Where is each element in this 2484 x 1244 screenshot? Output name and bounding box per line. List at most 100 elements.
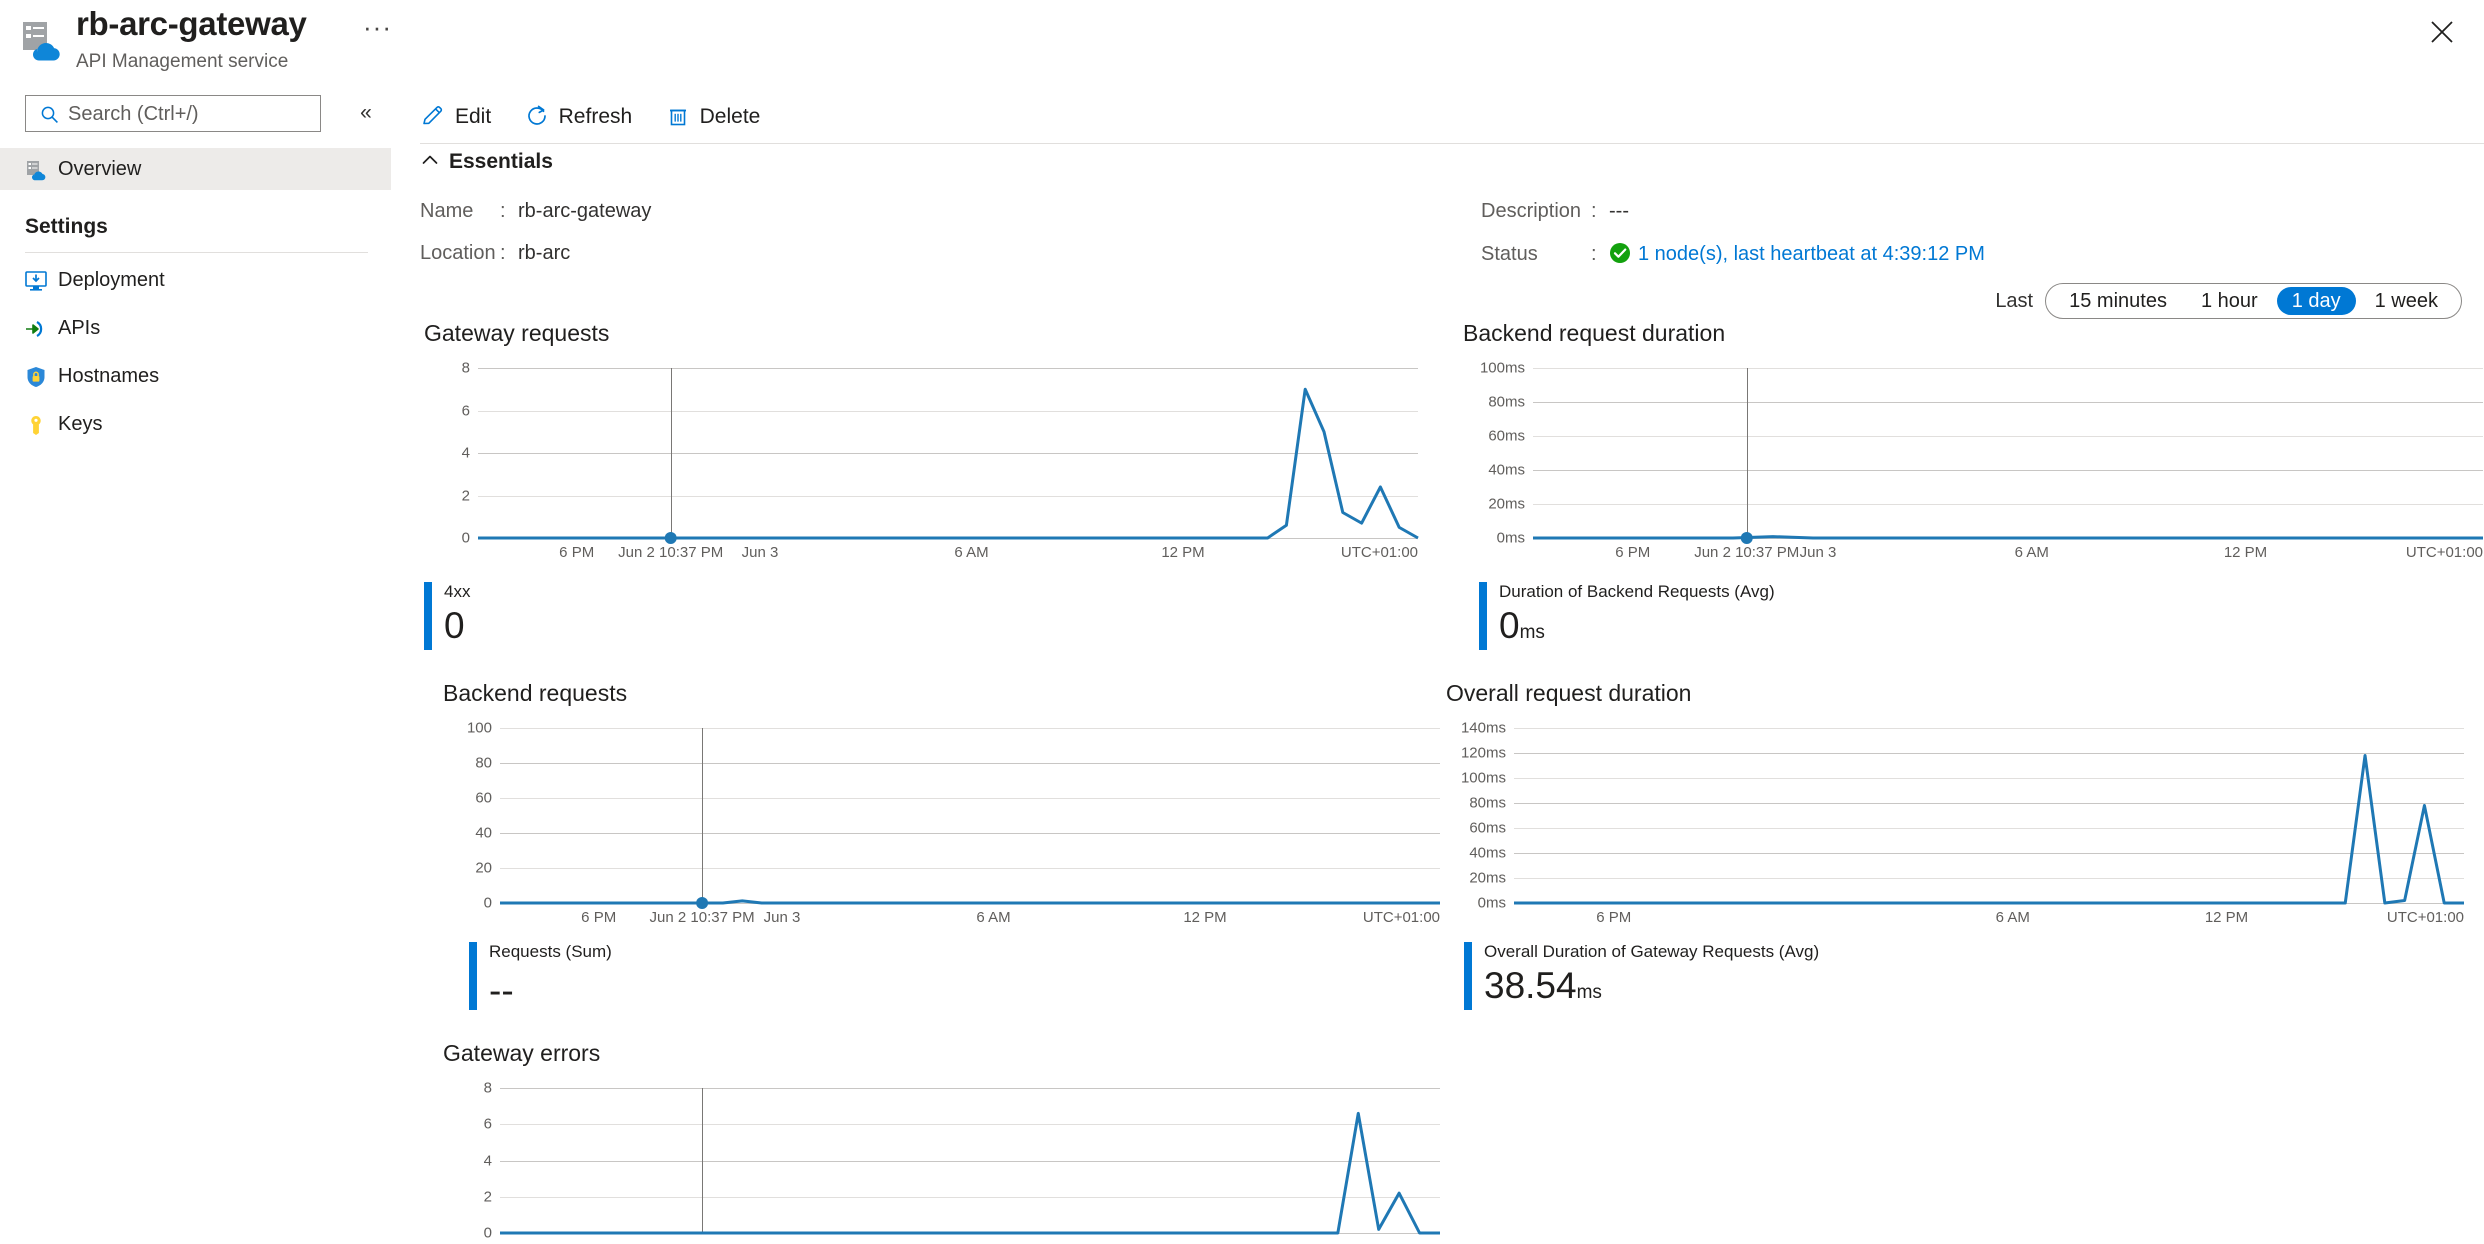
chart-series-line xyxy=(1533,535,2483,540)
chart-x-tick-label: 12 PM xyxy=(2204,909,2249,926)
command-bar-divider xyxy=(420,143,2484,144)
refresh-button[interactable]: Refresh xyxy=(524,94,633,140)
chart-plot-area[interactable]: 0 20 40 60 80 100 6 PM Jun 3 6 AM 12 PM UTC+01:00 J… xyxy=(467,720,1440,926)
refresh-icon xyxy=(524,103,550,129)
page-title: rb-arc-gateway xyxy=(76,5,307,42)
sidebar-item-overview[interactable]: Overview xyxy=(0,148,391,190)
essentials-description-key: Description xyxy=(1481,200,1582,222)
chart-overall-request-duration: Overall request duration 0ms 20ms 40ms 60ms… xyxy=(1446,680,2464,1010)
chart-y-tick-label: 120ms xyxy=(1460,744,1506,762)
chart-y-tick-label: 40ms xyxy=(1469,844,1506,862)
chart-x-tick-label: Jun 3 xyxy=(741,544,779,561)
sidebar-divider xyxy=(25,252,368,253)
time-range-1-week[interactable]: 1 week xyxy=(2360,287,2453,315)
chart-x-tick-label: 12 PM xyxy=(1183,909,1227,926)
chart-series-line xyxy=(1514,754,2464,905)
essentials-status-sep: : xyxy=(1591,243,1597,265)
legend-series-name: 4xx xyxy=(444,582,471,601)
chart-y-tick-label: 80ms xyxy=(1488,393,1525,411)
essentials-location-value: rb-arc xyxy=(518,242,571,264)
essentials-description-row: Description: --- xyxy=(1481,200,1629,223)
api-management-icon xyxy=(17,16,65,64)
chart-y-tick-label: 20ms xyxy=(1469,869,1506,887)
chart-y-tick-label: 100 xyxy=(466,719,492,737)
sidebar-item-label: Hostnames xyxy=(58,365,160,387)
close-icon[interactable] xyxy=(2422,12,2462,52)
chart-plot-area[interactable]: 0 2 4 6 8 xyxy=(484,1080,1440,1242)
chart-y-tick-label: 100ms xyxy=(1479,359,1525,377)
time-range-1-hour[interactable]: 1 hour xyxy=(2186,287,2273,315)
chart-plot-area[interactable]: 0ms 20ms 40ms 60ms 80ms 100ms 120ms 140ms 6 PM 6 … xyxy=(1461,720,2464,926)
time-range-15-minutes[interactable]: 15 minutes xyxy=(2054,287,2182,315)
chart-x-tick-label: 6 AM xyxy=(954,544,989,561)
essentials-label: Essentials xyxy=(449,150,553,173)
status-badge[interactable]: 1 node(s), last heartbeat at 4:39:12 PM xyxy=(1638,243,1985,265)
chart-x-tick-label: 6 AM xyxy=(2014,544,2049,561)
legend-series-name: Duration of Backend Requests (Avg) xyxy=(1499,582,1775,601)
chart-x-tick-label: UTC+01:00 xyxy=(1362,909,1440,926)
chart-plot-area[interactable]: 0 2 4 6 8 6 PM Jun 3 6 AM 12 PM UTC+01:00 Jun 2 10… xyxy=(462,360,1419,561)
chart-cursor-label: Jun 2 10:37 PM xyxy=(618,544,724,561)
time-range-1-day[interactable]: 1 day xyxy=(2276,287,2356,315)
chart-cursor-label: Jun 2 10:37 PM xyxy=(1694,544,1800,561)
key-icon xyxy=(24,413,48,437)
chart-y-tick-label: 60ms xyxy=(1488,427,1525,445)
chart-y-tick-label: 0ms xyxy=(1496,529,1525,547)
chart-title: Gateway requests xyxy=(424,320,610,346)
chart-y-tick-label: 6 xyxy=(461,402,470,419)
chart-data-point-marker xyxy=(664,532,677,544)
sidebar-item-label: Deployment xyxy=(58,269,165,291)
legend-series-name: Overall Duration of Gateway Requests (Av… xyxy=(1484,942,1820,961)
chart-series-line xyxy=(500,1111,1440,1235)
chart-x-tick-label: 6 PM xyxy=(581,909,617,926)
chart-plot-area[interactable]: 0ms 20ms 40ms 60ms 80ms 100ms 6 PM Jun 3 6 AM 12 … xyxy=(1480,360,2483,561)
sidebar-item-keys[interactable]: Keys xyxy=(0,403,391,445)
chart-title: Gateway errors xyxy=(443,1040,601,1066)
chart-x-tick-label: 12 PM xyxy=(1161,544,1205,561)
legend-color-swatch xyxy=(1479,582,1487,650)
legend-value: 0ms xyxy=(1499,605,1545,646)
legend-color-swatch xyxy=(424,582,432,650)
sidebar-item-label: Keys xyxy=(58,413,103,435)
chart-y-tick-label: 2 xyxy=(461,487,470,504)
resource-subtitle: API Management service xyxy=(76,51,289,72)
time-range-selector: Last 15 minutes 1 hour 1 day 1 week xyxy=(1995,283,2462,319)
essentials-name-key: Name xyxy=(420,200,474,222)
search-box[interactable] xyxy=(25,95,321,133)
legend-series-name: Requests (Sum) xyxy=(489,942,612,961)
sidebar-item-deployment[interactable]: Deployment xyxy=(0,259,391,301)
essentials-status-row: Status: 1 node(s), last heartbeat at 4:3… xyxy=(1481,242,1985,266)
refresh-label: Refresh xyxy=(558,105,633,128)
chart-x-tick-label: UTC+01:00 xyxy=(2405,544,2483,561)
chart-series-svg xyxy=(478,387,1419,544)
chart-y-tick-label: 2 xyxy=(483,1188,492,1206)
edit-button[interactable]: Edit xyxy=(420,94,491,140)
chart-y-tick-label: 80 xyxy=(475,754,492,772)
delete-button[interactable]: Delete xyxy=(665,94,760,140)
edit-label: Edit xyxy=(455,105,492,128)
collapse-sidebar-button[interactable]: « xyxy=(352,99,380,127)
essentials-status-key: Status xyxy=(1481,243,1538,265)
time-range-label: Last xyxy=(1995,289,2034,312)
more-options-button[interactable]: ··· xyxy=(363,14,392,40)
legend-value: 38.54ms xyxy=(1484,965,1602,1006)
essentials-description-value: --- xyxy=(1609,200,1629,222)
chart-series-line xyxy=(500,899,1440,905)
essentials-location-key: Location xyxy=(420,242,496,264)
essentials-description-sep: : xyxy=(1591,200,1597,222)
sidebar-item-apis[interactable]: APIs xyxy=(0,307,391,349)
essentials-name-value: rb-arc-gateway xyxy=(518,200,652,222)
chart-series-svg xyxy=(500,1111,1440,1235)
left-navigation-rail: rb-arc-gateway ··· API Management servic… xyxy=(0,0,391,1244)
chart-y-tick-label: 0 xyxy=(461,529,470,547)
essentials-name-row: Name: rb-arc-gateway xyxy=(420,200,651,223)
legend-value: -- xyxy=(489,970,514,1011)
search-input[interactable] xyxy=(66,96,316,133)
essentials-toggle[interactable]: Essentials xyxy=(420,150,553,182)
chart-y-tick-label: 140ms xyxy=(1460,719,1506,737)
chart-y-tick-label: 0 xyxy=(483,1224,492,1242)
chart-title: Backend requests xyxy=(443,680,628,706)
legend-color-swatch xyxy=(1464,942,1472,1010)
sidebar-item-hostnames[interactable]: Hostnames xyxy=(0,355,391,397)
chart-y-tick-label: 8 xyxy=(483,1079,492,1097)
